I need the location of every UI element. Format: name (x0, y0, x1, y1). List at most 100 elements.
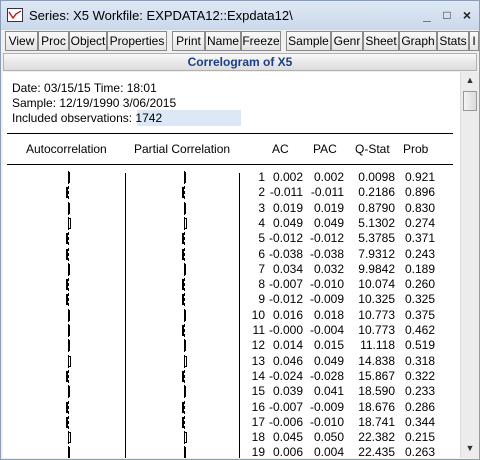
sample-line: Sample: 12/19/1990 3/06/2015 (12, 96, 177, 110)
cell-pac: 0.002 (313, 170, 344, 184)
top-rule (7, 133, 453, 134)
cell-ac: 0.014 (272, 338, 303, 353)
cell-lag: 5 (258, 231, 265, 246)
cell-q: 5.1302 (358, 215, 395, 230)
cell-lag: 19 (251, 445, 265, 458)
minimize-button[interactable]: _ (419, 7, 435, 23)
toolbar: View Proc Object Properties Print Name F… (1, 30, 479, 52)
ac-bar (66, 401, 68, 413)
cell-ac: 0.034 (272, 261, 303, 276)
cell-lag: 16 (251, 399, 265, 414)
cell-ac: -0.006 (268, 414, 303, 429)
cell-q: 10.773 (358, 323, 395, 337)
ac-bar (66, 370, 68, 382)
ident-button[interactable]: I (469, 31, 479, 51)
cell-q: 18.590 (358, 384, 395, 399)
cell-lag: 8 (258, 277, 265, 292)
pac-bar-zero-line (184, 369, 185, 383)
restore-button[interactable]: □ (439, 7, 455, 23)
cell-ac: -0.011 (269, 185, 303, 200)
pac-bar-zero-line (184, 293, 185, 307)
table-row: 1 0.002 0.002 0.0098 0.921 (3, 170, 460, 185)
cell-prob: 0.462 (404, 323, 435, 337)
pac-bar-zero-line (184, 186, 185, 200)
scroll-up-arrow[interactable]: ▲ (461, 72, 479, 89)
col-q-stat: Q-Stat (355, 142, 390, 156)
table-row: 18 0.045 0.050 22.382 0.215 (3, 430, 460, 445)
proc-button[interactable]: Proc (38, 31, 69, 51)
cell-prob: 0.215 (404, 430, 435, 445)
cell-ac: 0.016 (272, 307, 303, 322)
view-button[interactable]: View (5, 31, 38, 51)
cell-q: 9.9842 (358, 261, 395, 276)
table-row: 11 -0.000 -0.004 10.773 0.462 (3, 323, 460, 338)
scroll-thumb[interactable] (463, 91, 477, 111)
cell-prob: 0.896 (404, 185, 435, 200)
correlogram-panel: Date: 03/15/15 Time: 18:01 Sample: 12/19… (3, 72, 460, 458)
name-button[interactable]: Name (205, 31, 241, 51)
title-bar[interactable]: Series: X5 Workfile: EXPDATA12::Expdata1… (1, 1, 479, 30)
cell-ac: 0.019 (272, 200, 303, 215)
cell-pac: 0.041 (313, 384, 344, 399)
sample-button[interactable]: Sample (286, 31, 331, 51)
cell-ac: 0.039 (272, 384, 303, 399)
cell-ac: 0.046 (272, 353, 303, 368)
cell-q: 11.118 (360, 338, 395, 353)
pac-bar (184, 217, 187, 229)
stats-button[interactable]: Stats (437, 31, 469, 51)
col-autocorrelation: Autocorrelation (26, 142, 107, 156)
pac-bar (182, 294, 184, 306)
vertical-scrollbar[interactable]: ▲ ▼ (460, 72, 479, 458)
table-row: 16 -0.007 -0.009 18.676 0.286 (3, 400, 460, 415)
ac-bar-zero-line (68, 293, 69, 307)
object-button[interactable]: Object (69, 31, 107, 51)
ac-bar (68, 309, 70, 321)
ac-bar (68, 172, 70, 183)
cell-prob: 0.519 (404, 338, 435, 353)
date-line: Date: 03/15/15 Time: 18:01 (12, 81, 157, 95)
cell-lag: 11 (252, 323, 265, 337)
cell-q: 18.676 (358, 399, 395, 414)
ac-bar (68, 355, 71, 367)
cell-pac: -0.011 (310, 185, 344, 200)
ac-bar-zero-line (68, 278, 69, 292)
ac-bar (68, 447, 70, 458)
cell-pac: 0.004 (313, 445, 344, 458)
pac-bar (182, 370, 184, 382)
graph-button[interactable]: Graph (399, 31, 437, 51)
ac-bar (65, 248, 68, 260)
col-ac: AC (272, 142, 289, 156)
close-button[interactable]: × (459, 7, 475, 23)
ac-bar (66, 279, 68, 291)
sheet-button[interactable]: Sheet (363, 31, 399, 51)
obs-label: Included observations: (12, 111, 136, 125)
table-row: 4 0.049 0.049 5.1302 0.274 (3, 216, 460, 231)
window-title: Series: X5 Workfile: EXPDATA12::Expdata1… (29, 8, 293, 23)
genr-button[interactable]: Genr (331, 31, 363, 51)
col-pac: PAC (313, 142, 337, 156)
properties-button[interactable]: Properties (107, 31, 167, 51)
obs-value: 1742 (135, 111, 163, 125)
cell-prob: 0.375 (404, 307, 435, 322)
table-row: 19 0.006 0.004 22.435 0.263 (3, 445, 460, 458)
freeze-button[interactable]: Freeze (241, 31, 281, 51)
col-prob: Prob (403, 142, 429, 156)
ac-bar-zero-line (68, 247, 69, 261)
ac-bar (66, 416, 68, 428)
print-button[interactable]: Print (172, 31, 205, 51)
cell-pac: 0.018 (313, 307, 344, 322)
table-row: 2 -0.011 -0.011 0.2186 0.896 (3, 185, 460, 200)
cell-lag: 4 (258, 215, 265, 230)
cell-ac: -0.007 (268, 399, 303, 414)
cell-lag: 1 (258, 170, 265, 184)
cell-prob: 0.325 (404, 292, 435, 307)
cell-q: 10.325 (358, 292, 395, 307)
cell-prob: 0.243 (404, 246, 435, 261)
pac-bar-zero-line (184, 415, 185, 429)
cell-prob: 0.274 (404, 215, 435, 230)
scroll-down-arrow[interactable]: ▼ (461, 440, 479, 457)
ac-bar (68, 325, 70, 336)
cell-prob: 0.371 (404, 231, 435, 246)
series-chart-icon (7, 8, 23, 22)
series-window: Series: X5 Workfile: EXPDATA12::Expdata1… (0, 0, 480, 460)
